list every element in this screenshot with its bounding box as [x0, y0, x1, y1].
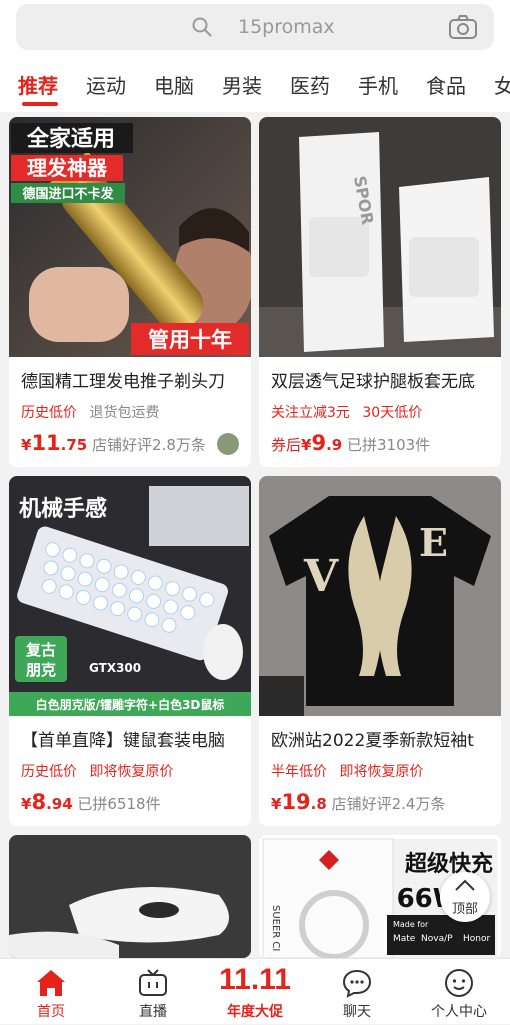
image-text: Honor [463, 934, 490, 944]
tag-label: 历史低价 [21, 764, 77, 780]
image-text: V [303, 551, 339, 602]
nav-home[interactable]: 首页 [0, 959, 102, 1025]
product-image [9, 835, 251, 958]
category-tabs: 推荐 运动 电脑 男装 医药 手机 食品 女 [0, 62, 510, 108]
back-to-top-label: 顶部 [451, 902, 478, 917]
price: ¥19.8 [271, 790, 327, 814]
tag-label: 30天低价 [362, 405, 423, 421]
sales-meta: 已拼3103件 [347, 436, 431, 454]
image-text: SUEER CI [270, 905, 281, 951]
tab-medicine[interactable]: 医药 [290, 70, 330, 99]
image-text: E [419, 520, 448, 565]
product-tags: 半年低价 即将恢复原价 [271, 761, 431, 781]
price-row: ¥8.94 已拼6518件 [21, 790, 161, 814]
product-title: 【首单直降】键鼠套装电脑 [21, 731, 225, 751]
product-tags: 历史低价 即将恢复原价 [21, 761, 181, 781]
image-text: 超级快充 [405, 851, 493, 877]
sales-meta: 店铺好评2.8万条 [92, 436, 206, 454]
tag-label: 退货包运费 [89, 405, 160, 421]
tag-label: 即将恢复原价 [89, 764, 174, 780]
tab-phone[interactable]: 手机 [358, 70, 398, 99]
product-card[interactable]: 全家适用 理发神器 德国进口不卡发 管用十年 德国精工理发电推子剃头刀 历史低价… [9, 117, 251, 467]
chevron-up-icon [455, 879, 475, 891]
back-to-top-button[interactable]: 顶部 [440, 872, 490, 922]
product-image: V E [259, 476, 501, 716]
sales-meta: 店铺好评2.4万条 [331, 795, 446, 813]
chat-icon [342, 969, 372, 998]
home-icon [37, 970, 65, 996]
image-text: 全家适用 [26, 126, 115, 152]
price-row: ¥19.8 店铺好评2.4万条 [271, 790, 445, 814]
avatar [217, 433, 239, 455]
tv-icon [139, 969, 167, 996]
nav-profile[interactable]: 个人中心 [408, 959, 510, 1025]
nav-promo[interactable]: 11.11 年度大促 [204, 959, 306, 1025]
tab-women[interactable]: 女 [494, 70, 510, 99]
price: ¥11.75 [21, 431, 88, 455]
user-icon [445, 969, 473, 997]
price-row: 券后¥9.9 已拼3103件 [271, 431, 430, 455]
price: ¥8.94 [21, 790, 73, 814]
tag-label: 半年低价 [271, 764, 327, 780]
tab-sports[interactable]: 运动 [86, 70, 126, 99]
product-tags: 历史低价 退货包运费 [21, 402, 159, 422]
search-icon [192, 17, 212, 37]
active-tab-indicator [22, 102, 58, 106]
tag-label: 即将恢复原价 [339, 764, 424, 780]
price: ¥9.9 [301, 431, 343, 455]
product-image: 机械手感 复古 朋克 GTX300 白色朋克版/镭雕字符+白色3D鼠标 [9, 476, 251, 716]
image-text: 机械手感 [19, 496, 107, 522]
tab-recommend[interactable]: 推荐 [18, 70, 58, 99]
image-text: 管用十年 [148, 328, 232, 352]
product-title: 德国精工理发电推子剃头刀 [21, 372, 225, 392]
image-text: Nova/P [421, 934, 453, 944]
nav-live[interactable]: 直播 [102, 959, 204, 1025]
product-image: SPOR [259, 117, 501, 357]
product-title: 欧洲站2022夏季新款短袖t [271, 731, 474, 751]
image-text: 白色朋克版/镭雕字符+白色3D鼠标 [36, 697, 225, 712]
product-card[interactable]: SPOR 双层透气足球护腿板套无底 关注立减3元 30天低价 券后¥9.9 已拼… [259, 117, 501, 467]
search-input[interactable]: 15promax [238, 16, 335, 38]
top-bar: 15promax 推荐 运动 电脑 男装 医药 手机 食品 女 [0, 0, 510, 112]
tab-computer[interactable]: 电脑 [154, 70, 194, 99]
product-card[interactable] [9, 835, 251, 958]
search-bar[interactable]: 15promax [16, 4, 494, 50]
price-row: ¥11.75 店铺好评2.8万条 [21, 431, 206, 455]
image-text: 复古 [25, 641, 56, 659]
sales-meta: 已拼6518件 [77, 795, 161, 813]
image-text: 德国进口不卡发 [22, 186, 114, 202]
image-text: 理发神器 [27, 156, 108, 180]
product-tags: 关注立减3元 30天低价 [271, 402, 430, 422]
tab-food[interactable]: 食品 [426, 70, 466, 99]
camera-icon[interactable] [448, 14, 478, 40]
bottom-nav: 首页 直播 11.11 年度大促 聊天 个人中心 [0, 958, 510, 1024]
product-card[interactable]: V E 欧洲站2022夏季新款短袖t 半年低价 即将恢复原价 ¥19.8 店铺好… [259, 476, 501, 826]
image-text: 朋克 [26, 661, 56, 679]
nav-chat[interactable]: 聊天 [306, 959, 408, 1025]
tab-menswear[interactable]: 男装 [222, 70, 262, 99]
price-prefix: 券后 [271, 436, 302, 454]
promo-logo: 11.11 [219, 963, 291, 996]
image-text: GTX300 [89, 661, 141, 675]
image-text: Made for [393, 920, 429, 929]
product-title: 双层透气足球护腿板套无底 [271, 372, 475, 392]
image-text: Mate [393, 934, 416, 944]
tag-label: 关注立减3元 [271, 405, 350, 421]
tag-label: 历史低价 [21, 405, 77, 421]
product-image: 全家适用 理发神器 德国进口不卡发 管用十年 [9, 117, 251, 357]
product-card[interactable]: 机械手感 复古 朋克 GTX300 白色朋克版/镭雕字符+白色3D鼠标 【首单直… [9, 476, 251, 826]
